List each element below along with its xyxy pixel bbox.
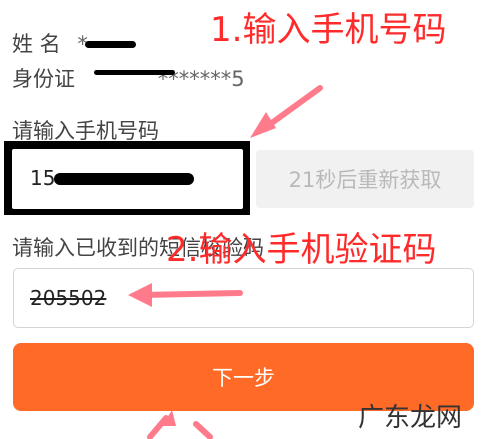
arrow-partial bbox=[193, 421, 213, 439]
arrowhead-phone bbox=[250, 112, 276, 138]
arrow-to-next bbox=[147, 415, 169, 439]
annotation-arrows bbox=[128, 85, 323, 439]
arrow-to-sms bbox=[139, 290, 243, 298]
arrowhead-sms bbox=[128, 283, 152, 307]
watermark-logo: 广东龙网 bbox=[358, 403, 463, 433]
